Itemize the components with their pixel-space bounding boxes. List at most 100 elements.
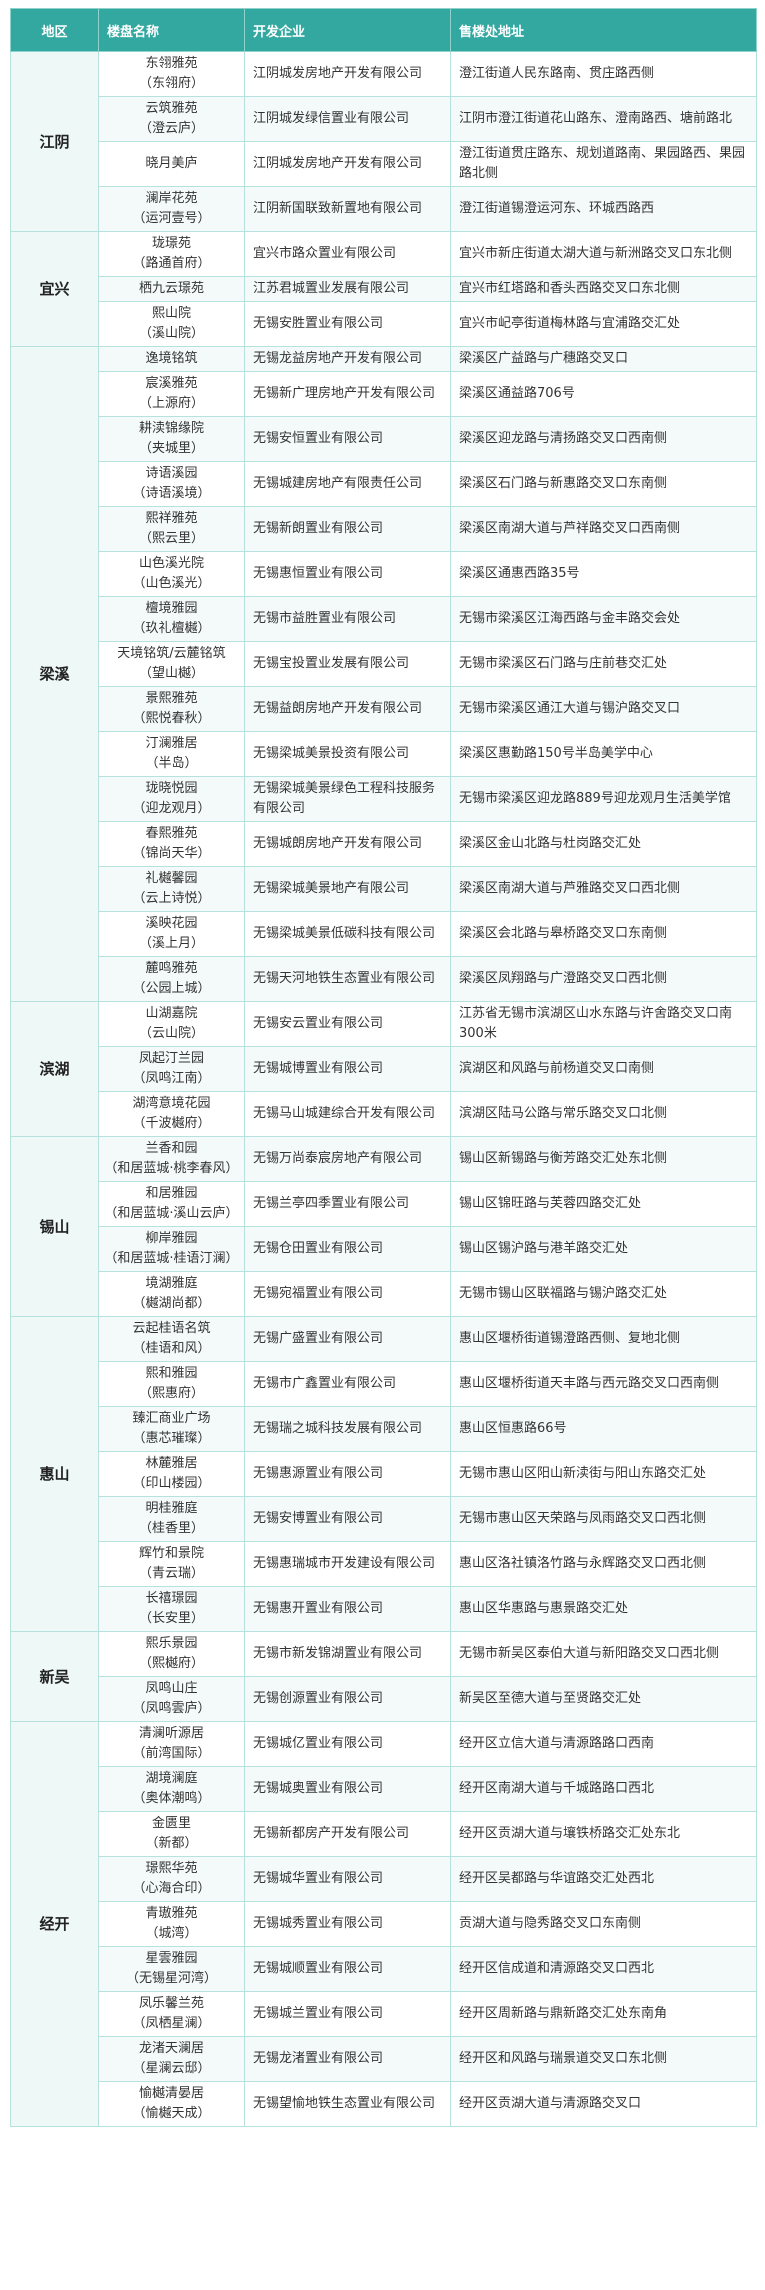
project-alias: （凤栖星澜） xyxy=(132,2016,211,2031)
table-row: 湖湾意境花园 （千波樾府） 无锡马山城建综合开发有限公司 滨湖区陆马公路与常乐路交叉口… xyxy=(11,1091,757,1137)
address-cell: 无锡市锡山区联福路与锡沪路交汇处 xyxy=(450,1271,757,1317)
housing-table: 地区 楼盘名称 开发企业 售楼处地址 江阴 东翎雅苑 （东翎府） 江阴城发房地产开发有… xyxy=(10,8,757,2127)
developer-cell: 江苏君城置业发展有限公司 xyxy=(244,276,451,302)
address-cell: 经开区信成道和清源路交叉口西北 xyxy=(450,1946,757,1992)
address-cell: 锡山区锡沪路与港羊路交汇处 xyxy=(450,1226,757,1272)
project-name: 凤起汀兰园 xyxy=(138,1051,204,1066)
table-row: 长禧璟园 （长安里） 无锡惠开置业有限公司 惠山区华惠路与惠景路交汇处 xyxy=(11,1586,757,1632)
project-name-cell: 晓月美庐 xyxy=(98,141,245,187)
project-name-cell: 山色溪光院 （山色溪光） xyxy=(98,551,245,597)
developer-cell: 无锡惠源置业有限公司 xyxy=(244,1451,451,1497)
address-cell: 惠山区堰桥街道锡澄路西侧、复地北侧 xyxy=(450,1316,757,1362)
project-name-cell: 天境铭筑/云麓铭筑 （望山樾） xyxy=(98,641,245,687)
address-cell: 宜兴市新庄街道太湖大道与新洲路交叉口东北侧 xyxy=(450,231,757,277)
address-cell: 锡山区新锡路与衡芳路交汇处东北侧 xyxy=(450,1136,757,1182)
project-alias: （印山楼园） xyxy=(132,1476,211,1491)
table-row: 耕渎锦缘院 （夹城里） 无锡安恒置业有限公司 梁溪区迎龙路与清扬路交叉口西南侧 xyxy=(11,416,757,462)
developer-cell: 无锡新广理房地产开发有限公司 xyxy=(244,371,451,417)
region-cell: 江阴 xyxy=(10,51,99,232)
developer-cell: 无锡城华置业有限公司 xyxy=(244,1856,451,1902)
project-name-cell: 珑晓悦园 （迎龙观月） xyxy=(98,776,245,822)
project-name-cell: 云筑雅苑 （澄云庐） xyxy=(98,96,245,142)
project-name-cell: 凤起汀兰园 （凤鸣江南） xyxy=(98,1046,245,1092)
table-row: 江阴 东翎雅苑 （东翎府） 江阴城发房地产开发有限公司 澄江街道人民东路南、贯庄路西侧 xyxy=(10,51,757,232)
header-name: 楼盘名称 xyxy=(98,8,245,52)
project-alias: （运河壹号） xyxy=(132,211,211,226)
project-name-cell: 景熙雅苑 （熙悦春秋） xyxy=(98,686,245,732)
address-cell: 贡湖大道与隐秀路交叉口东南侧 xyxy=(450,1901,757,1947)
table-row: 经开 清澜听源居 （前湾国际） 无锡城亿置业有限公司 经开区立信大道与清源路路口西南 xyxy=(10,1721,757,2127)
address-cell: 新吴区至德大道与至贤路交汇处 xyxy=(450,1676,757,1722)
table-row: 栖九云璟苑 江苏君城置业发展有限公司 宜兴市红塔路和香头西路交叉口东北侧 xyxy=(11,276,757,302)
project-name-cell: 麓鸣雅苑 （公园上城） xyxy=(98,956,245,1002)
project-name: 麓鸣雅苑 xyxy=(145,961,198,976)
table-row: 熙祥雅苑 （熙云里） 无锡新朗置业有限公司 梁溪区南湖大道与芦祥路交叉口西南侧 xyxy=(11,506,757,552)
developer-cell: 无锡梁城美景投资有限公司 xyxy=(244,731,451,777)
project-alias: （锦尚天华） xyxy=(132,846,211,861)
project-name: 晓月美庐 xyxy=(145,156,198,171)
developer-cell: 宜兴市路众置业有限公司 xyxy=(244,231,451,277)
project-name-cell: 珑璟苑 （路通首府） xyxy=(98,231,245,277)
table-row: 锡山 兰香和园 （和居蓝城·桃李春风） 无锡万尚泰宸房地产有限公司 锡山区新锡路与衡芳路… xyxy=(10,1136,757,1317)
project-name: 明桂雅庭 xyxy=(145,1501,198,1516)
region-cell: 滨湖 xyxy=(10,1001,99,1137)
developer-cell: 无锡宛福置业有限公司 xyxy=(244,1271,451,1317)
project-name: 清澜听源居 xyxy=(138,1726,204,1741)
address-cell: 惠山区华惠路与惠景路交汇处 xyxy=(450,1586,757,1632)
project-name: 熙和雅园 xyxy=(145,1366,198,1381)
project-alias: （无锡星河湾） xyxy=(125,1971,217,1986)
project-name-cell: 明桂雅庭 （桂香里） xyxy=(98,1496,245,1542)
developer-cell: 无锡城兰置业有限公司 xyxy=(244,1991,451,2037)
address-cell: 梁溪区会北路与皋桥路交叉口东南侧 xyxy=(450,911,757,957)
project-alias: （澄云庐） xyxy=(138,121,204,136)
project-name: 云起桂语名筑 xyxy=(132,1321,211,1336)
project-name-cell: 清澜听源居 （前湾国际） xyxy=(98,1721,245,1767)
project-name: 珑晓悦园 xyxy=(145,781,198,796)
developer-cell: 无锡龙益房地产开发有限公司 xyxy=(244,346,451,372)
table-row: 凤起汀兰园 （凤鸣江南） 无锡城博置业有限公司 滨湖区和风路与前杨道交叉口南侧 xyxy=(11,1046,757,1092)
project-name: 耕渎锦缘院 xyxy=(138,421,204,436)
project-name-cell: 山湖嘉院 （云山院） xyxy=(98,1001,245,1047)
address-cell: 梁溪区通益路706号 xyxy=(450,371,757,417)
project-alias: （东翎府） xyxy=(138,76,204,91)
developer-cell: 无锡城亿置业有限公司 xyxy=(244,1721,451,1767)
developer-cell: 无锡市新发锦湖置业有限公司 xyxy=(244,1631,451,1677)
table-row: 溪映花园 （溪上月） 无锡梁城美景低碳科技有限公司 梁溪区会北路与皋桥路交叉口东南侧 xyxy=(11,911,757,957)
project-name-cell: 春熙雅苑 （锦尚天华） xyxy=(98,821,245,867)
project-name-cell: 熙祥雅苑 （熙云里） xyxy=(98,506,245,552)
address-cell: 滨湖区陆马公路与常乐路交叉口北侧 xyxy=(450,1091,757,1137)
project-alias: （千波樾府） xyxy=(132,1116,211,1131)
project-name: 东翎雅苑 xyxy=(145,56,198,71)
project-alias: （凤鸣雲庐） xyxy=(132,1701,211,1716)
developer-cell: 无锡新朗置业有限公司 xyxy=(244,506,451,552)
header-developer: 开发企业 xyxy=(244,8,451,52)
project-name: 珑璟苑 xyxy=(151,236,191,251)
region-cell: 梁溪 xyxy=(10,346,99,1002)
table-row: 明桂雅庭 （桂香里） 无锡安博置业有限公司 无锡市惠山区天荣路与凤雨路交叉口西北侧 xyxy=(11,1496,757,1542)
address-cell: 梁溪区通惠西路35号 xyxy=(450,551,757,597)
project-alias: （望山樾） xyxy=(138,666,204,681)
project-name-cell: 澜岸花苑 （运河壹号） xyxy=(98,186,245,232)
developer-cell: 无锡城博置业有限公司 xyxy=(244,1046,451,1092)
project-name-cell: 境湖雅庭 （樾湖尚都） xyxy=(98,1271,245,1317)
table-row: 晓月美庐 江阴城发房地产开发有限公司 澄江街道贯庄路东、规划道路南、果园路西、果园路… xyxy=(11,141,757,187)
developer-cell: 无锡仓田置业有限公司 xyxy=(244,1226,451,1272)
developer-cell: 无锡天河地铁生态置业有限公司 xyxy=(244,956,451,1002)
developer-cell: 无锡安博置业有限公司 xyxy=(244,1496,451,1542)
project-name: 栖九云璟苑 xyxy=(138,281,204,296)
project-name-cell: 逸境铭筑 xyxy=(98,346,245,372)
project-alias: （和居蓝城·桂语汀澜） xyxy=(104,1251,239,1266)
developer-cell: 无锡瑞之城科技发展有限公司 xyxy=(244,1406,451,1452)
project-alias: （青云瑞） xyxy=(138,1566,204,1581)
project-name: 澜岸花苑 xyxy=(145,191,198,206)
developer-cell: 无锡新都房产开发有限公司 xyxy=(244,1811,451,1857)
address-cell: 澄江街道锡澄运河东、环城西路西 xyxy=(450,186,757,232)
address-cell: 梁溪区惠勤路150号半岛美学中心 xyxy=(450,731,757,777)
project-name-cell: 汀澜雅居 （半岛） xyxy=(98,731,245,777)
developer-cell: 无锡马山城建综合开发有限公司 xyxy=(244,1091,451,1137)
project-alias: （公园上城） xyxy=(132,981,211,996)
project-name-cell: 臻汇商业广场 （惠芯璀璨） xyxy=(98,1406,245,1452)
project-name-cell: 云起桂语名筑 （桂语和风） xyxy=(98,1316,245,1362)
table-row: 麓鸣雅苑 （公园上城） 无锡天河地铁生态置业有限公司 梁溪区凤翔路与广澄路交叉口西北侧 xyxy=(11,956,757,1002)
project-name-cell: 柳岸雅园 （和居蓝城·桂语汀澜） xyxy=(98,1226,245,1272)
